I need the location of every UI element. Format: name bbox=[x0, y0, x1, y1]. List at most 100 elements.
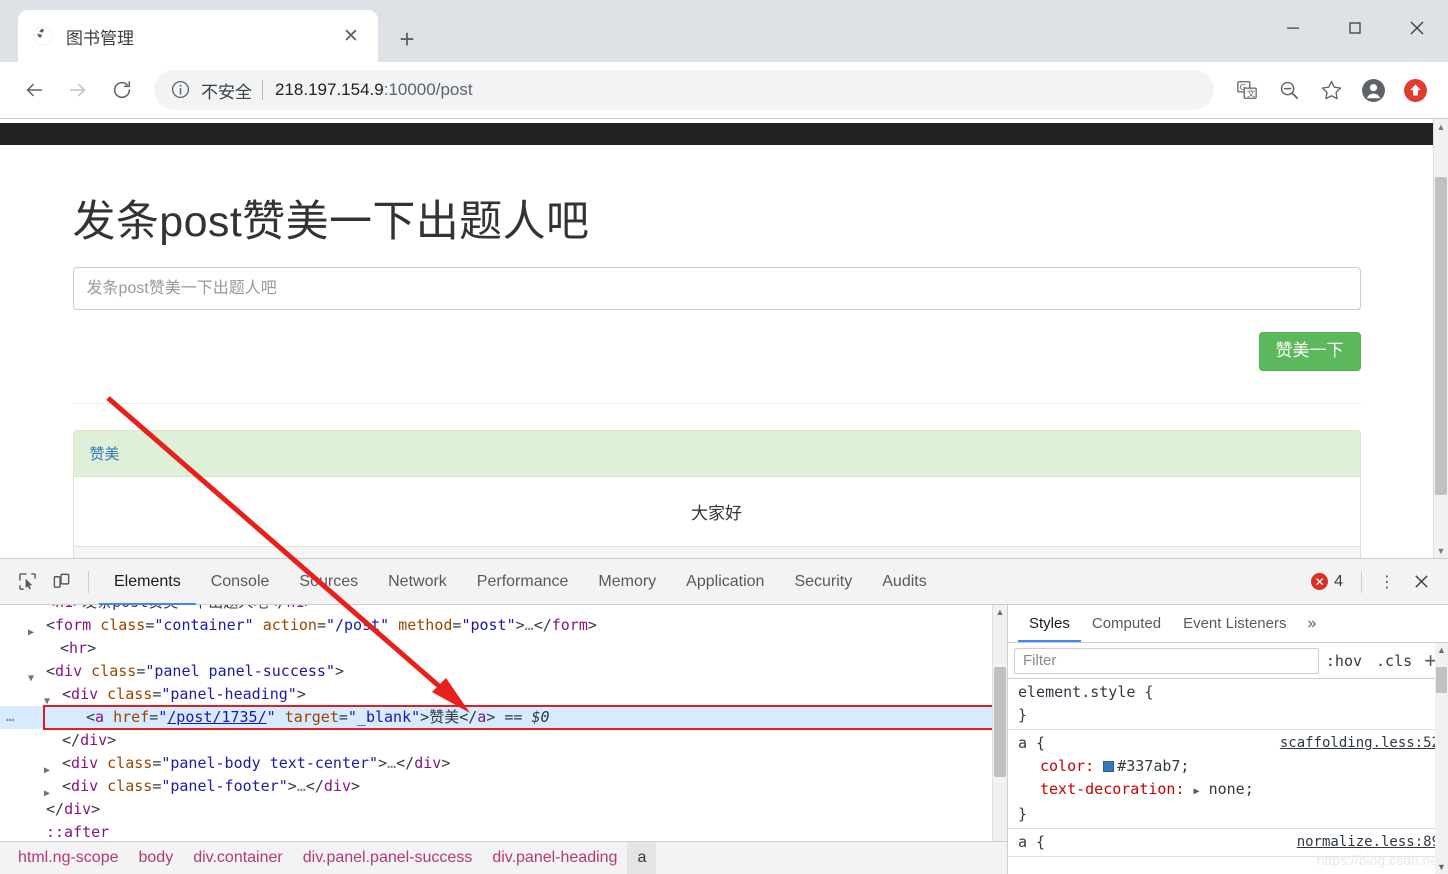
page-scrollbar[interactable]: ▲ ▼ bbox=[1433, 119, 1448, 558]
tab-sources[interactable]: Sources bbox=[284, 559, 373, 605]
bookmark-star-icon[interactable] bbox=[1312, 71, 1350, 109]
dom-line-hr[interactable]: <hr> bbox=[0, 637, 992, 660]
dom-line-close-panel[interactable]: </div> bbox=[0, 798, 992, 821]
info-circle-icon[interactable] bbox=[170, 79, 192, 101]
zoom-out-icon[interactable] bbox=[1270, 71, 1308, 109]
browser-tab[interactable]: 图书管理 ✕ bbox=[18, 10, 378, 62]
tab-audits[interactable]: Audits bbox=[867, 559, 941, 605]
color-swatch-icon[interactable] bbox=[1103, 761, 1115, 772]
devtools-close-icon[interactable] bbox=[1404, 565, 1438, 599]
scroll-down-arrow-icon[interactable]: ▼ bbox=[1434, 543, 1448, 558]
window-close-button[interactable] bbox=[1386, 0, 1448, 56]
style-rule-element[interactable]: element.style { } bbox=[1008, 679, 1448, 730]
tab-styles[interactable]: Styles bbox=[1018, 605, 1081, 642]
new-tab-button[interactable]: + bbox=[392, 24, 422, 54]
style-prop-value[interactable]: #337ab7; bbox=[1117, 757, 1189, 775]
style-prop-name[interactable]: text-decoration: bbox=[1018, 780, 1185, 798]
breadcrumb-item-panel[interactable]: div.panel.panel-success bbox=[293, 842, 483, 874]
expand-triangle-icon[interactable]: ▶ bbox=[1194, 786, 1200, 797]
tab-application[interactable]: Application bbox=[671, 559, 779, 605]
devtools-menu-icon[interactable]: ⋮ bbox=[1370, 565, 1404, 599]
hover-state-toggle[interactable]: :hov bbox=[1319, 652, 1369, 670]
dom-line-panel-body[interactable]: ▶ <div class="panel-body text-center">…</… bbox=[0, 752, 992, 776]
dom-line-anchor-selected[interactable]: … <a href="/post/1735/" target="_blank">赞… bbox=[0, 705, 1007, 730]
dom-line-panel[interactable]: ▼ <div class="panel panel-success"> bbox=[0, 660, 992, 684]
styles-scrollbar-thumb[interactable] bbox=[1436, 667, 1447, 693]
dom-scrollbar-thumb[interactable] bbox=[994, 667, 1006, 777]
tab-event-listeners[interactable]: Event Listeners bbox=[1172, 605, 1297, 642]
address-bar[interactable]: 不安全 218.197.154.9:10000/post bbox=[154, 70, 1214, 110]
window-controls bbox=[1262, 0, 1448, 56]
inspect-element-icon[interactable] bbox=[10, 565, 44, 599]
breadcrumb-item-html[interactable]: html.ng-scope bbox=[8, 842, 129, 874]
style-rule-a-scaffolding[interactable]: scaffolding.less:52 a { color: #337ab7; … bbox=[1008, 730, 1448, 829]
styles-scroll-up-icon[interactable]: ▲ bbox=[1435, 643, 1448, 657]
security-status-label: 不安全 bbox=[201, 82, 252, 102]
translate-icon[interactable]: G 文 bbox=[1228, 71, 1266, 109]
tab-memory[interactable]: Memory bbox=[583, 559, 671, 605]
profile-avatar-icon[interactable] bbox=[1354, 71, 1392, 109]
panel-heading-link[interactable]: 赞美 bbox=[90, 446, 120, 463]
dom-line-form[interactable]: ▶ <form class="container" action="/post" … bbox=[0, 614, 992, 638]
dom-anchor-href[interactable]: /post/1735/ bbox=[167, 708, 266, 726]
breadcrumb-item-panel-heading[interactable]: div.panel-heading bbox=[482, 842, 627, 874]
error-badge[interactable]: ✕ 4 bbox=[1311, 573, 1343, 591]
dom-scroll-up-icon[interactable]: ▲ bbox=[993, 605, 1007, 619]
tab-console[interactable]: Console bbox=[196, 559, 285, 605]
page-scrollbar-thumb[interactable] bbox=[1435, 177, 1447, 495]
panel-heading: 赞美 bbox=[73, 430, 1360, 477]
styles-overflow-icon[interactable]: » bbox=[1297, 615, 1326, 633]
styles-filter-input[interactable] bbox=[1014, 647, 1319, 674]
style-declaration-color[interactable]: color: #337ab7; bbox=[1018, 755, 1440, 778]
tab-elements[interactable]: Elements bbox=[99, 559, 196, 605]
window-minimize-button[interactable] bbox=[1262, 0, 1324, 56]
window-maximize-button[interactable] bbox=[1324, 0, 1386, 56]
dom-line-panel-heading[interactable]: ▼ <div class="panel-heading"> bbox=[0, 683, 992, 707]
page-container: 发条post赞美一下出题人吧 赞美一下 赞美 大家好 取赞 csdn, 等人觉得… bbox=[67, 187, 1367, 558]
submit-row: 赞美一下 bbox=[73, 332, 1361, 371]
styles-rules-list: element.style { } scaffolding.less:52 a … bbox=[1008, 679, 1448, 857]
style-rule-header: normalize.less:89 a { bbox=[1018, 831, 1440, 854]
tab-network[interactable]: Network bbox=[373, 559, 462, 605]
forward-icon[interactable] bbox=[58, 70, 98, 110]
style-source-link[interactable]: scaffolding.less:52 bbox=[1280, 732, 1440, 755]
style-source-link[interactable]: normalize.less:89 bbox=[1297, 831, 1440, 854]
dom-line-close-heading[interactable]: </div> bbox=[0, 729, 992, 752]
breadcrumb-item-body[interactable]: body bbox=[129, 842, 184, 874]
style-prop-name[interactable]: color: bbox=[1018, 757, 1094, 775]
reload-icon[interactable] bbox=[102, 70, 142, 110]
dom-selected-marker: == $0 bbox=[504, 708, 550, 726]
styles-scrollbar[interactable]: ▲ ▼ bbox=[1435, 643, 1448, 874]
style-rule-close: } bbox=[1018, 706, 1028, 724]
more-options-icon[interactable]: … bbox=[6, 706, 15, 729]
style-declaration-text-decoration[interactable]: text-decoration: ▶ none; bbox=[1018, 778, 1440, 803]
class-toggle[interactable]: .cls bbox=[1369, 652, 1419, 670]
post-content-input[interactable] bbox=[72, 267, 1361, 310]
style-rule-a-normalize[interactable]: normalize.less:89 a { bbox=[1008, 829, 1448, 857]
style-rule-selector[interactable]: element.style { bbox=[1018, 681, 1440, 704]
dom-line-h1[interactable]: <h1>发条post赞美一下出题人吧</h1> bbox=[0, 605, 992, 614]
breadcrumb-item-anchor[interactable]: a bbox=[627, 841, 657, 874]
panel-footer: 取赞 csdn, 等人觉得很淦 bbox=[73, 545, 1360, 558]
praise-submit-button[interactable]: 赞美一下 bbox=[1258, 332, 1361, 371]
style-prop-value[interactable]: none; bbox=[1209, 780, 1254, 798]
dom-tree: <h1>发条post赞美一下出题人吧</h1> ▶<form class="co… bbox=[0, 605, 1007, 844]
url-host: 218.197.154.9 bbox=[275, 80, 384, 99]
post-panel: 赞美 大家好 取赞 csdn, 等人觉得很淦 bbox=[72, 429, 1361, 558]
tab-close-icon[interactable]: ✕ bbox=[338, 23, 364, 49]
tab-performance[interactable]: Performance bbox=[462, 559, 584, 605]
error-count: 4 bbox=[1334, 572, 1343, 590]
breadcrumb-item-container[interactable]: div.container bbox=[183, 842, 293, 874]
dom-tree-scrollbar[interactable]: ▲ ▼ bbox=[992, 605, 1007, 874]
back-icon[interactable] bbox=[14, 70, 54, 110]
scroll-up-arrow-icon[interactable]: ▲ bbox=[1434, 119, 1448, 135]
device-toolbar-icon[interactable] bbox=[44, 565, 78, 599]
update-icon[interactable] bbox=[1396, 71, 1434, 109]
site-navbar bbox=[0, 123, 1433, 145]
tab-security[interactable]: Security bbox=[779, 559, 867, 605]
style-rule-selector[interactable]: a { bbox=[1018, 734, 1045, 752]
tab-computed[interactable]: Computed bbox=[1081, 605, 1172, 642]
styles-scroll-down-icon[interactable]: ▼ bbox=[1435, 860, 1448, 874]
style-rule-selector[interactable]: a { bbox=[1018, 833, 1045, 851]
dom-line-panel-footer[interactable]: ▶ <div class="panel-footer">…</div> bbox=[0, 775, 992, 799]
